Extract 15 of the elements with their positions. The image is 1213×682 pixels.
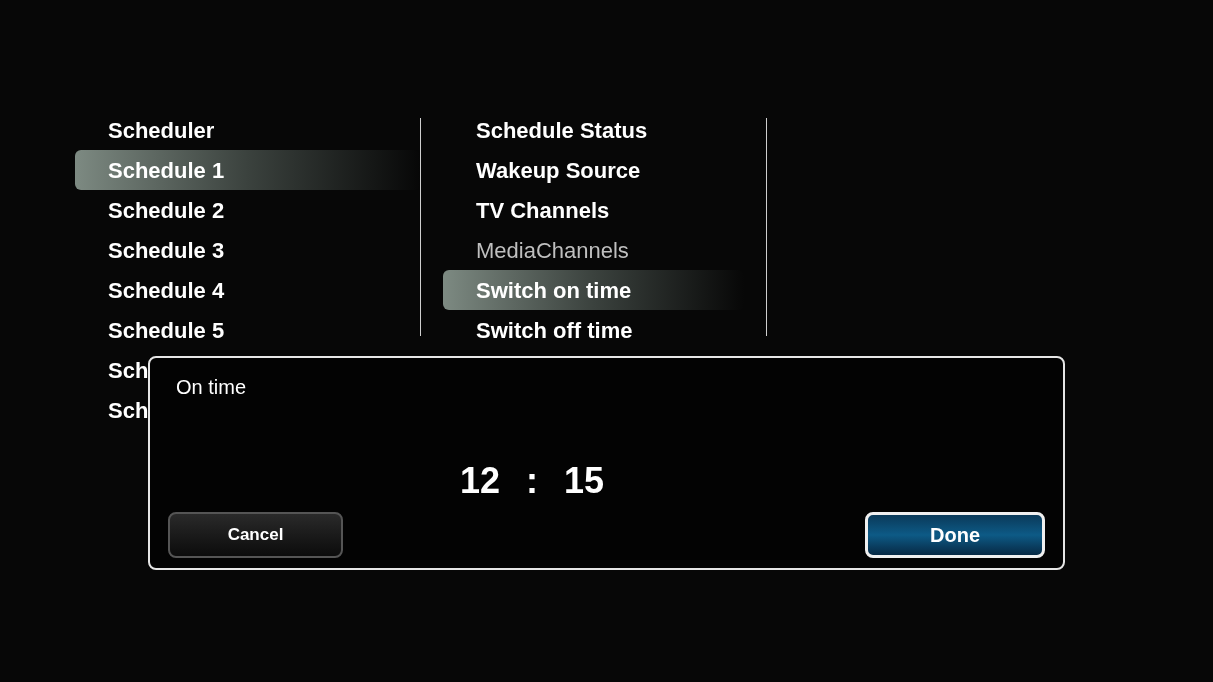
cancel-button[interactable]: Cancel [168, 512, 343, 558]
done-button[interactable]: Done [865, 512, 1045, 558]
hours-value[interactable]: 12 [460, 454, 501, 508]
minutes-value[interactable]: 15 [564, 454, 605, 508]
dialog-title: On time [176, 375, 247, 400]
menu-item[interactable]: Schedule 2 [75, 190, 420, 230]
menu-item[interactable]: TV Channels [443, 190, 744, 230]
menu-item[interactable]: Scheduler [75, 110, 420, 150]
menu-item[interactable]: Schedule 3 [75, 230, 420, 270]
time-separator: : [526, 459, 539, 503]
menu-item[interactable]: Switch off time [443, 310, 744, 350]
menu-item[interactable]: Schedule Status [443, 110, 744, 150]
menu-item[interactable]: Wakeup Source [443, 150, 744, 190]
menu-item[interactable]: Schedule 5 [75, 310, 420, 350]
menu-item[interactable]: Schedule 4 [75, 270, 420, 310]
